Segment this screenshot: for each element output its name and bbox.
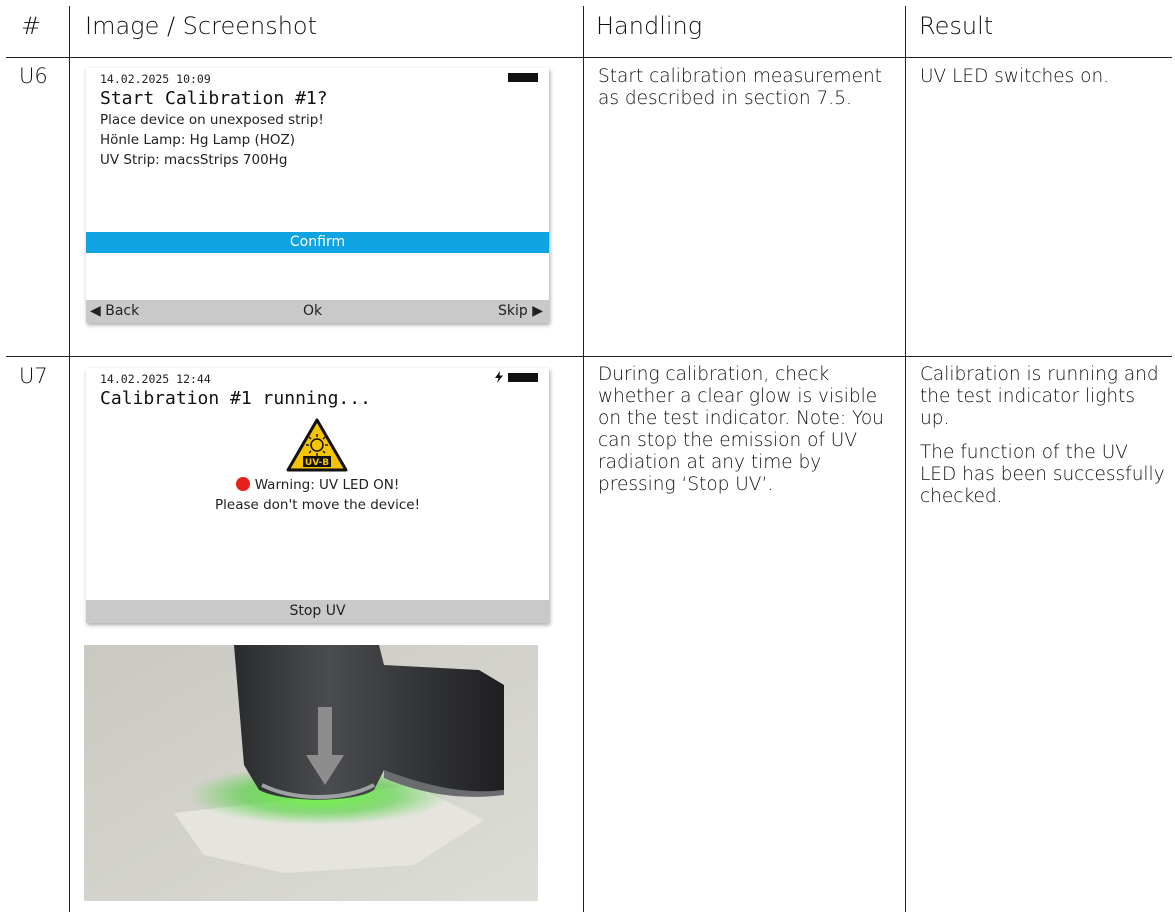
device-screen-u6: 14.02.2025 10:09 Start Calibration #1? P…: [86, 68, 549, 323]
handling-text: During calibration, check whether a clea…: [598, 364, 884, 495]
screen-datetime: 14.02.2025 12:44: [100, 372, 211, 386]
row-id-u7: U7: [19, 364, 48, 388]
uv-sign-label: UV-B: [305, 458, 329, 468]
skip-button[interactable]: Skip ▶: [498, 303, 543, 319]
result-text-1: Calibration is running and the test indi…: [920, 364, 1159, 429]
back-button[interactable]: ◀ Back: [90, 303, 139, 319]
result-u7: Calibration is running and the test indi…: [920, 364, 1165, 520]
handling-u7: During calibration, check whether a clea…: [598, 364, 898, 508]
screen-line-2: Hönle Lamp: Hg Lamp (HOZ): [100, 132, 296, 148]
col-divider-2: [583, 6, 584, 912]
result-text-2: The function of the UV LED has been succ…: [920, 442, 1165, 507]
screen-button-bar: ◀ Back Ok Skip ▶: [86, 300, 549, 323]
col-divider-3: [905, 6, 906, 912]
device-screen-u7: 14.02.2025 12:44 Calibration #1 running.…: [86, 368, 549, 623]
warning-text-2: Please don't move the device!: [215, 497, 420, 513]
handling-u6: Start calibration measurement as describ…: [598, 66, 896, 122]
result-text: UV LED switches on.: [920, 66, 1110, 87]
row-divider: [6, 356, 1172, 357]
red-dot-icon: [235, 477, 250, 491]
handling-text: Start calibration measurement as describ…: [598, 66, 882, 109]
header-divider: [6, 57, 1172, 58]
warning-text: Warning: UV LED ON!: [254, 477, 400, 493]
confirm-button[interactable]: Confirm: [86, 232, 549, 253]
screen-title: Start Calibration #1?: [100, 88, 328, 109]
screen-line-1: Place device on unexposed strip!: [100, 112, 324, 128]
charging-icon: [495, 371, 503, 383]
device-photo-illustration: [84, 645, 538, 901]
header-image: Image / Screenshot: [85, 12, 317, 40]
device-photo: [84, 645, 538, 901]
screen-button-bar: Stop UV: [86, 600, 549, 623]
stop-uv-button[interactable]: Stop UV: [86, 603, 549, 619]
ok-button[interactable]: Ok: [303, 303, 322, 319]
uv-warning-sign-icon: UV-B: [286, 418, 348, 472]
warning-line: Warning: UV LED ON!: [86, 477, 549, 493]
header-num: #: [21, 12, 42, 40]
screen-datetime: 14.02.2025 10:09: [100, 72, 211, 86]
arrow-shaft: [318, 707, 332, 757]
screen-title: Calibration #1 running...: [100, 388, 371, 409]
battery-icon: [508, 73, 538, 82]
result-u6: UV LED switches on.: [920, 66, 1165, 100]
battery-icon: [508, 373, 538, 382]
row-id-u6: U6: [19, 64, 48, 88]
screen-line-3: UV Strip: macsStrips 700Hg: [100, 152, 288, 168]
col-divider-1: [69, 6, 70, 912]
header-result: Result: [919, 12, 994, 40]
header-handling: Handling: [596, 12, 703, 40]
